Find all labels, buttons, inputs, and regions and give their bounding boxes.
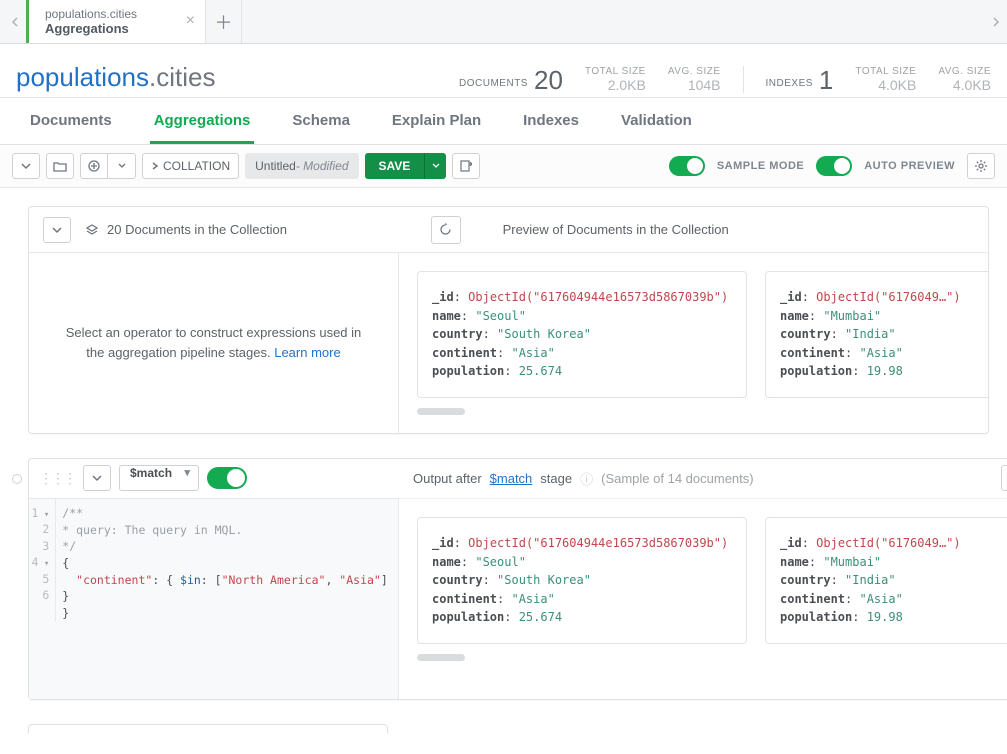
new-pipeline-split [80,153,136,179]
tab-aggregations[interactable]: Aggregations [150,98,255,144]
collapse-stage-button[interactable] [83,465,111,491]
drag-handle-icon[interactable]: ⋮⋮⋮ [39,470,75,487]
pipeline-stage: ⋮⋮⋮ $match ＋ [28,458,1007,700]
settings-button[interactable] [967,153,995,179]
stat-indexes-label: INDEXES [766,78,813,89]
output-label-pre: Output after [413,471,482,486]
refresh-button[interactable] [431,216,461,244]
sample-mode-label: SAMPLE MODE [717,160,804,172]
source-documents-card: 20 Documents in the Collection Preview o… [28,206,989,434]
expand-button[interactable] [12,153,40,179]
stat-idx-totalsize-value: 4.0KB [878,77,916,93]
tab-indexes[interactable]: Indexes [519,98,583,144]
tab-schema[interactable]: Schema [288,98,354,144]
new-tab-button[interactable]: ＋ [206,0,242,43]
tab-strip: populations.cities Aggregations × ＋ [0,0,1007,44]
new-pipeline-caret[interactable] [108,153,136,179]
collapse-source-button[interactable] [43,217,71,243]
add-stage-card: ADD STAGE [28,724,388,734]
close-icon[interactable]: × [186,12,195,30]
editor-code[interactable]: /** * query: The query in MQL. */ { "con… [56,499,398,622]
pipeline-name-chip: Untitled - Modified [245,153,358,179]
auto-preview-label: AUTO PREVIEW [864,160,955,172]
namespace-header: populations.cities DOCUMENTS 20 TOTAL SI… [0,44,1007,98]
layers-icon [85,223,99,237]
tab-scroll-left[interactable] [4,0,26,43]
sample-mode-toggle[interactable] [669,156,705,176]
export-button[interactable] [452,153,480,179]
editor-gutter: 123456 [29,499,56,622]
preview-title: Preview of Documents in the Collection [503,222,729,237]
namespace-stats: DOCUMENTS 20 TOTAL SIZE 2.0KB AVG. SIZE … [459,66,991,93]
workspace-tab[interactable]: populations.cities Aggregations × [26,0,206,43]
save-caret[interactable] [424,153,446,179]
sample-note: (Sample of 14 documents) [601,471,753,486]
pipeline-builder: 20 Documents in the Collection Preview o… [0,188,1007,734]
stat-idx-avgsize-label: AVG. SIZE [938,66,991,77]
stat-idx-avgsize-value: 4.0KB [953,77,991,93]
document-card: _id: ObjectId("6176049…") name: "Mumbai"… [765,517,1007,644]
namespace-title: populations.cities [16,62,215,93]
stat-avgsize-label: AVG. SIZE [668,66,721,77]
pipeline-name: Untitled [255,159,296,173]
source-preview-pane: _id: ObjectId("617604944e16573d5867039b"… [399,253,988,433]
collation-label: COLLATION [163,159,230,173]
namespace-coll: .cities [149,62,215,92]
stat-idx-totalsize-label: TOTAL SIZE [855,66,916,77]
operator-placeholder: Select an operator to construct expressi… [29,253,399,433]
stat-totalsize-label: TOTAL SIZE [585,66,646,77]
stage-editor[interactable]: 123456 /** * query: The query in MQL. */… [29,499,399,699]
horizontal-scrollbar[interactable] [417,408,465,415]
output-stage-link[interactable]: $match [490,471,533,486]
operator-select[interactable]: $match [119,465,199,491]
stat-docs-label: DOCUMENTS [459,78,528,89]
open-folder-button[interactable] [46,153,74,179]
tab-subtitle: populations.cities [45,7,189,21]
tab-documents[interactable]: Documents [26,98,116,144]
horizontal-scrollbar[interactable] [417,654,465,661]
document-card: _id: ObjectId("6176049…") name: "Mumbai"… [765,271,988,398]
tab-explain[interactable]: Explain Plan [388,98,485,144]
stage-drag-anchor[interactable] [12,474,22,484]
stage-output-pane: Output after $match stage ⓘ (Sample of 1… [399,499,1007,699]
save-button[interactable]: SAVE [365,153,425,179]
aggregation-toolbar: COLLATION Untitled - Modified SAVE SAMPL… [0,145,1007,188]
new-pipeline-button[interactable] [80,153,108,179]
stat-avgsize-value: 104B [688,77,721,93]
tab-title: Aggregations [45,21,189,36]
info-icon[interactable]: ⓘ [580,469,593,488]
source-doc-count: 20 Documents in the Collection [107,222,287,237]
collection-nav-tabs: Documents Aggregations Schema Explain Pl… [0,98,1007,145]
stage-enabled-toggle[interactable] [207,467,247,489]
tab-scroll-right[interactable] [985,0,1007,43]
save-split-button: SAVE [365,153,447,179]
document-card: _id: ObjectId("617604944e16573d5867039b"… [417,517,747,644]
auto-preview-toggle[interactable] [816,156,852,176]
pipeline-modified: - Modified [296,159,349,173]
namespace-db: populations [16,62,149,92]
collation-button[interactable]: COLLATION [142,153,239,179]
stat-indexes-value: 1 [819,67,833,93]
document-card: _id: ObjectId("617604944e16573d5867039b"… [417,271,747,398]
learn-more-link[interactable]: Learn more [274,345,340,360]
output-label-post: stage [540,471,572,486]
stat-totalsize-value: 2.0KB [608,77,646,93]
stat-docs-value: 20 [534,67,563,93]
tab-validation[interactable]: Validation [617,98,696,144]
